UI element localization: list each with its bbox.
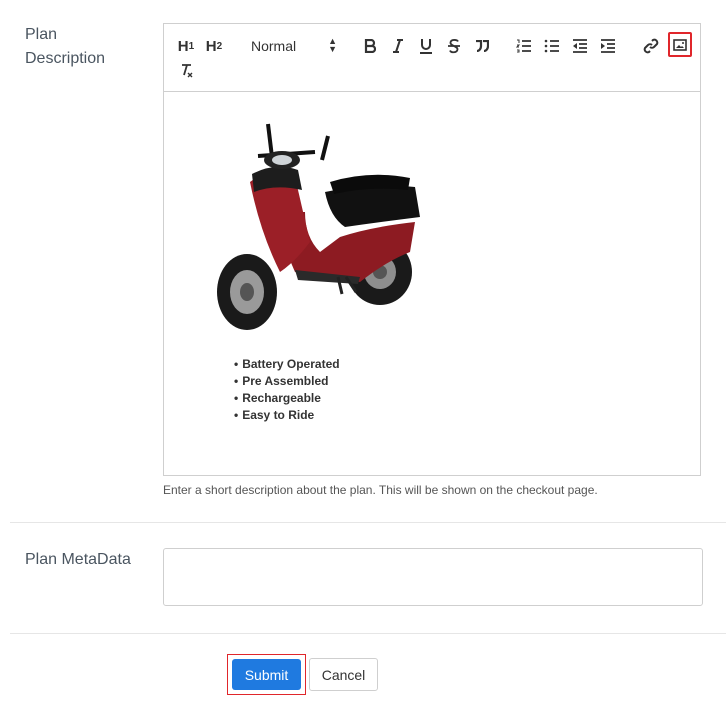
italic-button[interactable] bbox=[389, 35, 407, 57]
plan-description-label-line1: Plan bbox=[25, 26, 58, 43]
plan-metadata-label: Plan MetaData bbox=[25, 551, 131, 568]
heading-2-label: H bbox=[205, 37, 217, 55]
underline-button[interactable] bbox=[417, 35, 435, 57]
plan-description-hint: Enter a short description about the plan… bbox=[163, 483, 598, 497]
link-button[interactable] bbox=[642, 35, 660, 57]
list-item: Easy to Ride bbox=[234, 407, 340, 424]
bold-button[interactable] bbox=[361, 35, 379, 57]
feature-list: Battery Operated Pre Assembled Rechargea… bbox=[234, 356, 340, 424]
italic-icon bbox=[393, 39, 403, 53]
scooter-image bbox=[217, 123, 420, 330]
section-divider bbox=[10, 633, 726, 634]
strikethrough-icon bbox=[448, 39, 460, 54]
outdent-button[interactable] bbox=[571, 35, 589, 57]
link-icon bbox=[643, 38, 659, 54]
format-select-value: Normal bbox=[251, 38, 297, 54]
image-icon bbox=[673, 38, 687, 51]
rich-text-editor: H1 H2 Normal ▲ ▼ • Battery Operated • Pr… bbox=[163, 23, 701, 476]
format-select[interactable]: Normal ▲ ▼ bbox=[251, 35, 337, 57]
heading-2-button[interactable]: H2 bbox=[204, 35, 224, 57]
submit-button[interactable]: Submit bbox=[232, 659, 301, 690]
indent-button[interactable] bbox=[599, 35, 617, 57]
select-arrows-icon: ▲ ▼ bbox=[328, 36, 337, 54]
list-item: Battery Operated bbox=[234, 356, 339, 373]
submit-highlight: Submit bbox=[227, 654, 306, 695]
bold-icon bbox=[364, 39, 376, 53]
clear-format-icon bbox=[182, 64, 193, 78]
heading-2-sub: 2 bbox=[216, 40, 223, 52]
indent-icon bbox=[601, 39, 615, 53]
clear-format-button[interactable] bbox=[177, 60, 195, 82]
blockquote-button[interactable] bbox=[473, 35, 491, 57]
cancel-button[interactable]: Cancel bbox=[309, 658, 378, 691]
underline-icon bbox=[420, 39, 432, 54]
blockquote-icon bbox=[476, 40, 489, 52]
list-item: Pre Assembled bbox=[234, 373, 340, 390]
editor-toolbar: H1 H2 Normal ▲ ▼ bbox=[164, 24, 700, 92]
plan-description-label-line2: Description bbox=[25, 50, 106, 67]
plan-metadata-input[interactable] bbox=[163, 548, 703, 606]
image-button[interactable] bbox=[668, 32, 692, 57]
strikethrough-button[interactable] bbox=[445, 35, 463, 57]
bullet-list-button[interactable] bbox=[543, 35, 561, 57]
heading-1-sub: 1 bbox=[188, 40, 195, 52]
ordered-list-button[interactable] bbox=[515, 35, 533, 57]
plan-description-label: Plan Description bbox=[25, 23, 105, 71]
heading-1-label: H bbox=[177, 37, 189, 55]
outdent-icon bbox=[573, 39, 587, 53]
ordered-list-icon bbox=[516, 39, 531, 53]
bullet-list-icon bbox=[544, 39, 559, 53]
editor-content[interactable]: Battery Operated Pre Assembled Rechargea… bbox=[164, 92, 700, 475]
section-divider bbox=[10, 522, 726, 523]
heading-1-button[interactable]: H1 bbox=[176, 35, 196, 57]
list-item: Rechargeable bbox=[234, 390, 340, 407]
